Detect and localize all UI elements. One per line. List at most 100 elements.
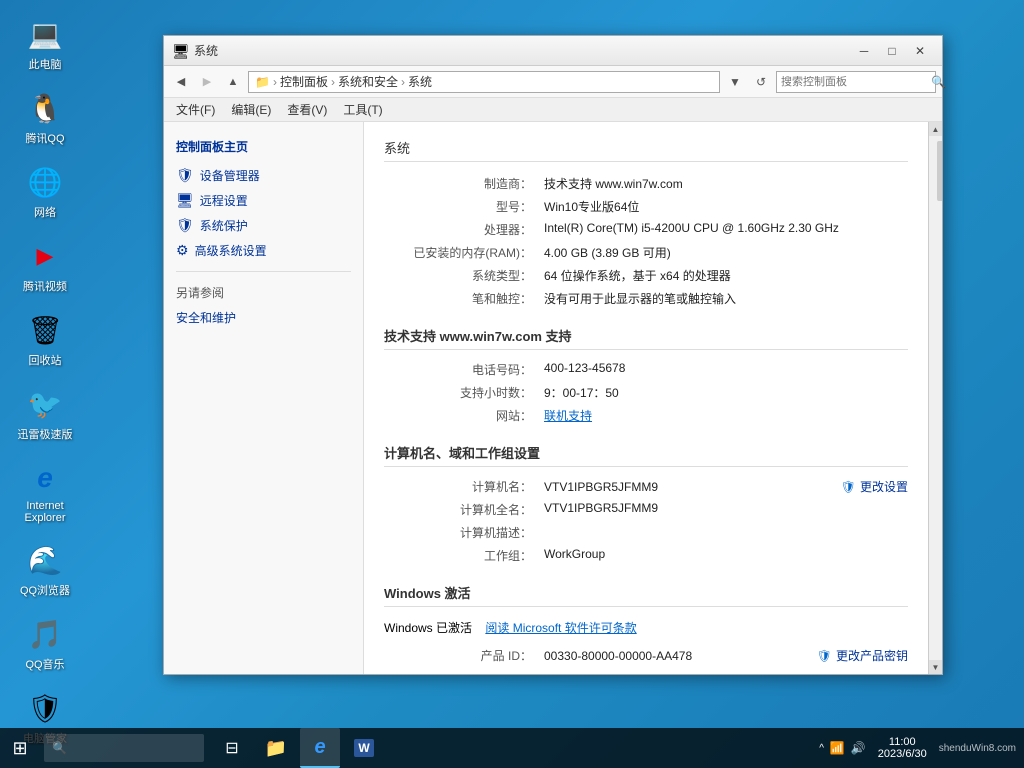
qq-browser-icon: 🌊 xyxy=(25,540,65,580)
search-input[interactable] xyxy=(777,76,927,88)
sidebar-item-system-protect[interactable]: 🛡 系统保护 xyxy=(164,213,363,238)
clock-date: 2023/6/30 xyxy=(878,748,927,760)
search-box[interactable]: 🔍 xyxy=(776,71,936,93)
sidebar-item-label: 系统保护 xyxy=(200,217,248,234)
desktop-icon-qq-music[interactable]: 🎵 QQ音乐 xyxy=(10,610,80,676)
scrollbar: ▲ ▼ xyxy=(928,122,942,674)
video-icon: ▶ xyxy=(25,236,65,276)
menu-tools[interactable]: 工具(T) xyxy=(335,99,390,120)
address-path[interactable]: 📁 › 控制面板 › 系统和安全 › 系统 xyxy=(248,71,720,93)
change-settings-button[interactable]: 🛡 更改设置 xyxy=(841,478,908,495)
os-type-label: 系统类型： xyxy=(384,267,544,284)
search-icon: 🔍 xyxy=(927,75,950,89)
menu-bar: 文件(F) 编辑(E) 查看(V) 工具(T) xyxy=(164,98,942,122)
taskbar-right: ^ 📶 🔊 11:00 2023/6/30 shenduWin8.com xyxy=(819,736,1024,760)
menu-view[interactable]: 查看(V) xyxy=(279,99,335,120)
start-button[interactable]: ⊞ xyxy=(0,728,40,768)
license-link[interactable]: 阅读 Microsoft 软件许可条款 xyxy=(485,621,636,635)
info-row-computer-name: 计算机名： VTV1IPBGR5JFMM9 🛡 更改设置 xyxy=(384,475,908,498)
desktop-icon-video[interactable]: ▶ 腾讯视频 xyxy=(10,232,80,298)
content-area: 控制面板主页 🛡 设备管理器 🖥 远程设置 🛡 系统保护 ⚙ 高级系统设置 xyxy=(164,122,942,674)
up-button[interactable]: ▲ xyxy=(222,71,244,93)
ram-value: 4.00 GB (3.89 GB 可用) xyxy=(544,244,908,261)
volume-tray-icon[interactable]: 🔊 xyxy=(851,741,866,755)
ram-label: 已安装的内存(RAM)： xyxy=(384,244,544,261)
desktop-icon-ie[interactable]: e Internet Explorer xyxy=(10,454,80,528)
full-name-label: 计算机全名： xyxy=(384,501,544,518)
desktop-icon-thunder[interactable]: 🐦 迅雷极速版 xyxy=(10,380,80,446)
phone-value: 400-123-45678 xyxy=(544,361,908,378)
website-value[interactable]: 联机支持 xyxy=(544,407,908,424)
computer-info-table: 计算机名： VTV1IPBGR5JFMM9 🛡 更改设置 计算机全名： VTV1… xyxy=(384,475,908,567)
maximize-button[interactable]: □ xyxy=(878,41,906,61)
network-tray-icon[interactable]: 📶 xyxy=(830,741,845,755)
scroll-down-button[interactable]: ▼ xyxy=(929,660,943,674)
taskbar-search[interactable]: 🔍 xyxy=(44,734,204,762)
sidebar-divider xyxy=(176,271,351,272)
back-button[interactable]: ◀ xyxy=(170,71,192,93)
device-manager-icon: 🛡 xyxy=(176,167,194,184)
refresh-button[interactable]: ↺ xyxy=(750,71,772,93)
sidebar-item-remote[interactable]: 🖥 远程设置 xyxy=(164,188,363,213)
desktop-icon-network[interactable]: 🌐 网络 xyxy=(10,158,80,224)
computer-name-label: 计算机名： xyxy=(384,478,544,495)
forward-button[interactable]: ▶ xyxy=(196,71,218,93)
info-row-description: 计算机描述： xyxy=(384,521,908,544)
task-view-button[interactable]: ⊟ xyxy=(212,728,252,768)
desktop-icon-label: 网络 xyxy=(34,204,56,220)
windows-section-header: Windows 激活 xyxy=(384,583,908,607)
desktop-icon-recycle[interactable]: 🗑 回收站 xyxy=(10,306,80,372)
task-view-icon: ⊟ xyxy=(225,738,238,758)
shield-small-icon: 🛡 xyxy=(841,480,856,494)
pc-guard-icon: 🛡 xyxy=(25,688,65,728)
main-content: 系统 制造商： 技术支持 www.win7w.com 型号： Win10专业版6… xyxy=(364,122,928,674)
tray-expand-icon[interactable]: ^ xyxy=(819,743,824,754)
scroll-up-button[interactable]: ▲ xyxy=(929,122,943,136)
sidebar-control-panel-home[interactable]: 控制面板主页 xyxy=(164,134,363,163)
ie-taskbar-icon: e xyxy=(314,736,325,759)
file-explorer-button[interactable]: 📁 xyxy=(256,728,296,768)
desktop-icon-my-computer[interactable]: 💻 此电脑 xyxy=(10,10,80,76)
thunder-icon: 🐦 xyxy=(25,384,65,424)
workgroup-value: WorkGroup xyxy=(544,547,908,564)
path-part-3: 系统 xyxy=(408,73,432,90)
windows-activation-row: Windows 已激活 阅读 Microsoft 软件许可条款 xyxy=(384,615,908,644)
desktop-icon-qq[interactable]: 🐧 腾讯QQ xyxy=(10,84,80,150)
taskbar-search-icon: 🔍 xyxy=(52,741,67,755)
menu-edit[interactable]: 编辑(E) xyxy=(223,99,279,120)
ie-taskbar-button[interactable]: e xyxy=(300,728,340,768)
website-label: 网站： xyxy=(384,407,544,424)
info-row-phone: 电话号码： 400-123-45678 xyxy=(384,358,908,381)
windows-activated-text: Windows 已激活 xyxy=(384,621,472,635)
desktop-icon-qq-browser[interactable]: 🌊 QQ浏览器 xyxy=(10,536,80,602)
support-info-table: 电话号码： 400-123-45678 支持小时数： 9：00-17：50 网站… xyxy=(384,358,908,427)
taskbar-clock[interactable]: 11:00 2023/6/30 xyxy=(872,736,933,760)
info-row-cpu: 处理器： Intel(R) Core(TM) i5-4200U CPU @ 1.… xyxy=(384,218,908,241)
info-row-model: 型号： Win10专业版64位 xyxy=(384,195,908,218)
sidebar-item-security[interactable]: 安全和维护 xyxy=(164,305,363,330)
full-name-value: VTV1IPBGR5JFMM9 xyxy=(544,501,908,518)
dropdown-icon[interactable]: ▼ xyxy=(724,71,746,93)
scroll-thumb[interactable] xyxy=(937,141,943,201)
manufacturer-label: 制造商： xyxy=(384,175,544,192)
sidebar-item-advanced[interactable]: ⚙ 高级系统设置 xyxy=(164,238,363,263)
info-row-manufacturer: 制造商： 技术支持 www.win7w.com xyxy=(384,172,908,195)
change-product-key-button[interactable]: 🛡 更改产品密钥 xyxy=(817,647,908,664)
close-button[interactable]: ✕ xyxy=(906,41,934,61)
info-row-workgroup: 工作组： WorkGroup xyxy=(384,544,908,567)
sidebar-item-label: 安全和维护 xyxy=(176,309,236,326)
menu-file[interactable]: 文件(F) xyxy=(168,99,223,120)
cpu-label: 处理器： xyxy=(384,221,544,238)
word-taskbar-button[interactable]: W xyxy=(344,728,384,768)
info-row-touch: 笔和触控： 没有可用于此显示器的笔或触控输入 xyxy=(384,287,908,310)
minimize-button[interactable]: ─ xyxy=(850,41,878,61)
address-bar: ◀ ▶ ▲ 📁 › 控制面板 › 系统和安全 › 系统 ▼ ↺ 🔍 xyxy=(164,66,942,98)
windows-logo-icon: ⊞ xyxy=(12,738,27,759)
info-row-product-id: 产品 ID： 00330-80000-00000-AA478 🛡 更改产品密钥 xyxy=(384,644,908,667)
network-icon: 🌐 xyxy=(25,162,65,202)
sidebar-item-device-manager[interactable]: 🛡 设备管理器 xyxy=(164,163,363,188)
computer-name-value: VTV1IPBGR5JFMM9 xyxy=(544,480,841,494)
phone-label: 电话号码： xyxy=(384,361,544,378)
path-folder-icon: 📁 xyxy=(255,75,270,89)
computer-section-header: 计算机名、域和工作组设置 xyxy=(384,443,908,467)
